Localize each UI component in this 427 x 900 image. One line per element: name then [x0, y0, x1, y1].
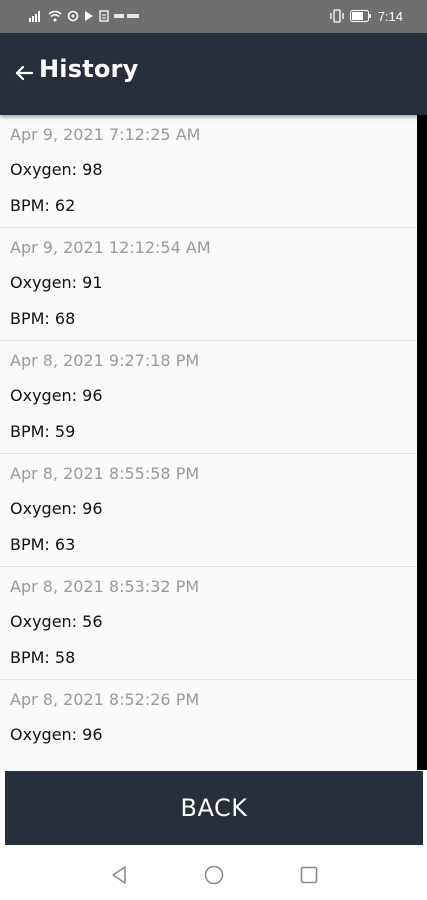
- back-arrow-icon[interactable]: [14, 63, 34, 83]
- record-oxygen: Oxygen: 56: [10, 612, 103, 631]
- record-bpm: BPM: 58: [10, 648, 76, 667]
- status-icons-right: 7:14: [330, 8, 403, 24]
- battery-icon: [349, 10, 371, 22]
- history-record: Apr 8, 2021 8:55:58 PM Oxygen: 96 BPM: 6…: [0, 454, 417, 567]
- scrollbar[interactable]: [417, 115, 427, 770]
- record-date: Apr 8, 2021 8:53:32 PM: [10, 577, 200, 596]
- record-bpm: BPM: 62: [10, 196, 76, 215]
- status-time: 7:14: [377, 8, 403, 24]
- record-date: Apr 8, 2021 9:27:18 PM: [10, 351, 200, 370]
- record-oxygen: Oxygen: 96: [10, 499, 103, 518]
- sync-icon: [67, 10, 79, 22]
- record-date: Apr 8, 2021 8:55:58 PM: [10, 464, 200, 483]
- page-title: History: [39, 55, 139, 83]
- record-oxygen: Oxygen: 96: [10, 386, 103, 405]
- status-bar: 7:14: [0, 0, 427, 33]
- play-icon: [85, 11, 93, 21]
- notification-text-icon: [114, 14, 139, 18]
- record-date: Apr 8, 2021 8:52:26 PM: [10, 690, 200, 709]
- back-triangle-icon[interactable]: [108, 864, 130, 886]
- record-date: Apr 9, 2021 12:12:54 AM: [10, 238, 211, 257]
- record-oxygen: Oxygen: 91: [10, 273, 103, 292]
- app-bar: History: [0, 33, 427, 115]
- record-oxygen: Oxygen: 98: [10, 160, 103, 179]
- history-record: Apr 9, 2021 12:12:54 AM Oxygen: 91 BPM: …: [0, 228, 417, 341]
- navigation-bar: [0, 848, 427, 900]
- history-record: Apr 8, 2021 8:53:32 PM Oxygen: 56 BPM: 5…: [0, 567, 417, 680]
- status-icons-left: [29, 9, 140, 23]
- wifi-icon: [48, 10, 62, 22]
- record-bpm: BPM: 68: [10, 309, 76, 328]
- signal-icon: [29, 11, 40, 22]
- history-list[interactable]: Apr 9, 2021 7:12:25 AM Oxygen: 98 BPM: 6…: [0, 115, 427, 770]
- recents-square-icon[interactable]: [298, 864, 320, 886]
- record-oxygen: Oxygen: 96: [10, 725, 103, 744]
- record-bpm: BPM: 59: [10, 422, 76, 441]
- image-icon: [99, 10, 109, 22]
- history-record: Apr 9, 2021 7:12:25 AM Oxygen: 98 BPM: 6…: [0, 115, 417, 228]
- back-button[interactable]: BACK: [5, 771, 423, 845]
- vibrate-icon: [330, 9, 344, 23]
- record-date: Apr 9, 2021 7:12:25 AM: [10, 125, 201, 144]
- history-record: Apr 8, 2021 9:27:18 PM Oxygen: 96 BPM: 5…: [0, 341, 417, 454]
- record-bpm: BPM: 63: [10, 535, 76, 554]
- home-circle-icon[interactable]: [203, 864, 225, 886]
- history-record: Apr 8, 2021 8:52:26 PM Oxygen: 96: [0, 680, 417, 770]
